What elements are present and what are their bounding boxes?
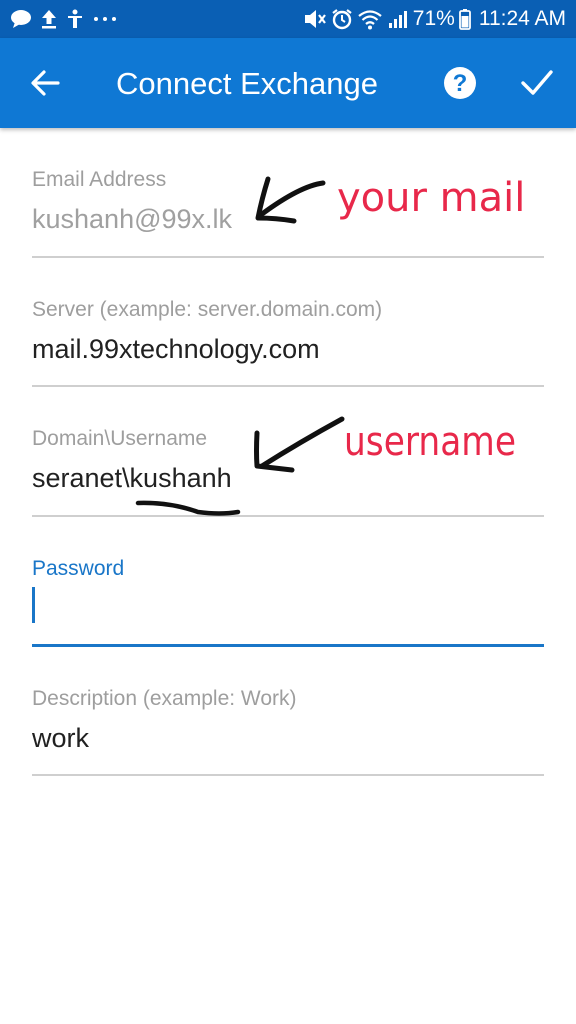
back-arrow-icon[interactable]: [30, 68, 60, 98]
email-input[interactable]: kushanh@99x.lk: [32, 202, 232, 236]
confirm-check-icon[interactable]: [520, 68, 554, 98]
accessibility-icon: [68, 9, 82, 28]
mute-icon: [304, 10, 326, 28]
server-label: Server (example: server.domain.com): [32, 298, 383, 321]
email-underline: [32, 256, 544, 258]
text-cursor: [32, 587, 35, 623]
more-dots-icon: [94, 17, 116, 21]
page-title: Connect Exchange: [116, 66, 378, 101]
domain-username-input[interactable]: seranet\kushanh: [32, 461, 232, 495]
chat-bubble-icon: [11, 10, 31, 28]
description-underline: [32, 774, 544, 776]
password-underline: [32, 644, 544, 647]
signal-icon: [388, 11, 407, 28]
notification-icons: [10, 6, 117, 32]
alarm-icon: [332, 9, 352, 30]
clock: 11:24 AM: [478, 7, 566, 30]
upload-icon: [42, 10, 56, 29]
annotation-username: username: [344, 419, 516, 465]
domain-username-label: Domain\Username: [32, 427, 208, 450]
app-bar: Connect Exchange ?: [0, 38, 576, 128]
battery-percent: 71%: [412, 7, 455, 30]
email-label: Email Address: [32, 168, 167, 191]
battery-icon: [458, 9, 471, 30]
wifi-icon: [358, 10, 382, 30]
svg-text:?: ?: [453, 70, 468, 97]
password-field[interactable]: Password: [32, 557, 544, 649]
annotation-your-mail: your mail: [337, 175, 526, 221]
server-underline: [32, 385, 544, 387]
description-label: Description (example: Work): [32, 687, 297, 710]
description-field[interactable]: Description (example: Work) work: [32, 687, 544, 779]
help-icon[interactable]: ?: [443, 66, 477, 100]
status-bar: 71% 11:24 AM: [0, 0, 576, 38]
server-field[interactable]: Server (example: server.domain.com) mail…: [32, 298, 544, 390]
password-label: Password: [32, 557, 125, 580]
description-input[interactable]: work: [32, 721, 89, 755]
system-status: 71% 11:24 AM: [303, 6, 566, 32]
domain-username-underline: [32, 515, 544, 517]
server-input[interactable]: mail.99xtechnology.com: [32, 332, 320, 366]
